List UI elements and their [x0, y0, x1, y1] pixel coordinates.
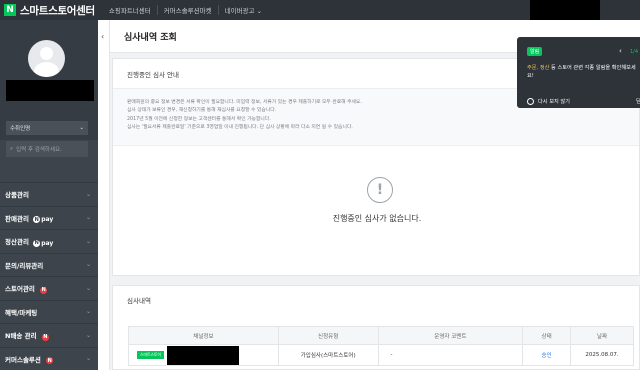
sidebar: 수취인명 ⌄ ⌕ 입력 후 검색하세요. 상품관리 ⌄ 판매관리 Npay ⌄ … [0, 20, 98, 370]
notification-popup: 알림 ‹ 1/4 주문, 정산 등 스토어 관련 각종 알림을 확인해보세요! … [517, 37, 640, 108]
sidebar-item-inquiry-review[interactable]: 문의/리뷰관리 ⌄ [0, 252, 98, 277]
top-link-commerce-solution[interactable]: 커머스솔루션마켓 [156, 5, 218, 15]
new-badge: N [46, 357, 54, 364]
avatar-head-shape [40, 47, 53, 60]
npay-text: pay [41, 239, 54, 247]
empty-state: ! 진행중인 심사가 없습니다. [113, 146, 639, 276]
chevron-down-icon: ⌄ [85, 331, 91, 339]
sidebar-item-label: 상품관리 [5, 191, 29, 200]
notice-line: 심사 상태가 보류인 경우, 재신청하기를 통해 재심사를 요청할 수 있습니다… [127, 108, 277, 114]
chevron-down-icon: ⌄ [85, 355, 91, 363]
chevron-left-icon: ‹ [101, 32, 105, 41]
column-header-channel: 채널정보 [128, 326, 279, 345]
page-title: 심사내역 조회 [124, 32, 177, 43]
radio-icon[interactable] [527, 98, 534, 105]
sidebar-item-label: 판매관리 [5, 214, 29, 223]
channel-badge: 스마트스토어 [137, 351, 164, 359]
sidebar-item-label: 커머스솔루션 [5, 355, 41, 364]
sidebar-item-label-wrap: 커머스솔루션 N [5, 354, 54, 364]
chevron-down-icon: ⌄ [85, 308, 91, 316]
popup-message: 주문, 정산 등 스토어 관련 각종 알림을 확인해보세요! [527, 64, 640, 80]
history-section: 심사내역 채널정보 신청유형 운영자 코멘트 상태 날짜 스마트스토어 가입심사… [112, 285, 640, 370]
avatar-body-shape [34, 62, 59, 77]
npay-badge: Npay [33, 216, 53, 223]
sidebar-item-label: 스토어관리 [5, 285, 35, 293]
sidebar-item-label-wrap: 스토어관리 N [5, 283, 48, 294]
top-links: 쇼핑파트너센터 커머스솔루션마켓 네이버광고 ⌄ [103, 5, 268, 15]
sidebar-item-sales[interactable]: 판매관리 Npay ⌄ [0, 205, 98, 230]
top-link-naver-ads[interactable]: 네이버광고 ⌄ [217, 5, 268, 15]
channel-cell: 스마트스토어 [128, 344, 279, 366]
naver-logo-icon[interactable]: N [4, 4, 16, 16]
column-header-date: 날짜 [570, 326, 634, 345]
sidebar-item-store[interactable]: 스토어관리 N ⌄ [0, 276, 98, 300]
chevron-down-icon: ⌄ [85, 261, 91, 269]
sidebar-collapse-toggle[interactable]: ‹ [98, 20, 110, 370]
sidebar-item-marketing[interactable]: 혜택/마케팅 ⌄ [0, 299, 98, 324]
app-title[interactable]: 스마트스토어센터 [20, 3, 95, 18]
npay-n-icon: N [33, 239, 41, 247]
exclamation-icon: ! [367, 177, 393, 203]
dont-show-again-option[interactable]: 다시 보지 않기 [527, 98, 570, 105]
sidebar-item-label: N배송 관리 [5, 332, 37, 340]
popup-page-indicator: 1/4 [630, 49, 639, 55]
sidebar-item-n-delivery[interactable]: N배송 관리 N ⌄ [0, 323, 98, 347]
search-icon: ⌕ [10, 145, 14, 152]
status-link[interactable]: 승인 [522, 344, 572, 366]
column-header-comment: 운영자 코멘트 [377, 326, 524, 345]
sidebar-item-products[interactable]: 상품관리 ⌄ [0, 182, 98, 206]
table-header-row: 채널정보 신청유형 운영자 코멘트 상태 날짜 [128, 326, 634, 345]
npay-badge: Npay [33, 239, 54, 247]
empty-message: 진행중인 심사가 없습니다. [332, 214, 422, 223]
prev-arrow-button[interactable]: ‹ [619, 47, 622, 55]
new-badge: N [40, 286, 48, 294]
sidebar-item-settlement[interactable]: 정산관리 Npay ⌄ [0, 229, 98, 253]
comment-cell: - [377, 344, 524, 366]
section-title: 심사내역 [127, 297, 151, 305]
chevron-down-icon: ⌄ [85, 284, 91, 292]
top-link-shopping-partner[interactable]: 쇼핑파트너센터 [103, 5, 157, 15]
redacted-account-area [530, 0, 600, 20]
store-select[interactable]: 수취인명 ⌄ [6, 121, 88, 135]
column-header-status: 상태 [522, 326, 572, 345]
popup-close-button[interactable]: 닫 [636, 97, 640, 105]
chevron-down-icon: ⌄ [85, 190, 91, 198]
history-table: 채널정보 신청유형 운영자 코멘트 상태 날짜 스마트스토어 가입심사(스마트스… [128, 326, 634, 366]
popup-message-highlight: 주문, 정산 [527, 65, 550, 71]
column-header-type: 신청유형 [277, 326, 379, 345]
store-select-label: 수취인명 [10, 126, 31, 132]
top-bar: N 스마트스토어센터 쇼핑파트너센터 커머스솔루션마켓 네이버광고 ⌄ [0, 0, 640, 20]
search-input[interactable]: ⌕ 입력 후 검색하세요. [6, 141, 88, 157]
chevron-down-icon: ⌄ [85, 237, 91, 245]
sidebar-item-label-wrap: 판매관리 Npay [5, 213, 53, 223]
redacted-channel-name [166, 345, 239, 365]
sidebar-item-label-wrap: N배송 관리 N [5, 330, 49, 341]
table-row: 스마트스토어 가입심사(스마트스토어) - 승인 2025.08.07. [128, 344, 634, 366]
notification-badge: 알림 [527, 47, 543, 56]
notice-line: 2017년 5월 이전에 신청한 정보는 고객센터를 통해서 확인 가능합니다. [127, 116, 271, 122]
notice-line: 심사는 '필요서류 제출완료일' 기준으로 3영업일 이내 진행됩니다. 단 심… [127, 124, 353, 130]
npay-text: pay [41, 216, 54, 223]
date-cell: 2025.08.07. [570, 344, 634, 366]
type-cell: 가입심사(스마트스토어) [277, 344, 379, 366]
sidebar-item-label: 문의/리뷰관리 [5, 261, 44, 270]
chevron-down-icon: ⌄ [85, 214, 91, 222]
search-placeholder: 입력 후 검색하세요. [16, 147, 62, 153]
sidebar-item-commerce-solution[interactable]: 커머스솔루션 N ⌄ [0, 346, 98, 370]
new-badge: N [41, 333, 49, 341]
npay-n-icon: N [33, 216, 41, 223]
sidebar-item-label: 정산관리 [5, 238, 29, 246]
chevron-down-icon: ⌄ [79, 125, 84, 131]
sidebar-item-label-wrap: 정산관리 Npay [5, 236, 53, 247]
sidebar-menu: 상품관리 ⌄ 판매관리 Npay ⌄ 정산관리 Npay ⌄ 문의/리뷰관리 ⌄… [0, 182, 98, 370]
sidebar-item-label: 혜택/마케팅 [5, 308, 38, 317]
redacted-store-name [6, 80, 94, 101]
dont-show-again-label: 다시 보지 않기 [538, 99, 570, 105]
avatar[interactable] [28, 40, 65, 77]
